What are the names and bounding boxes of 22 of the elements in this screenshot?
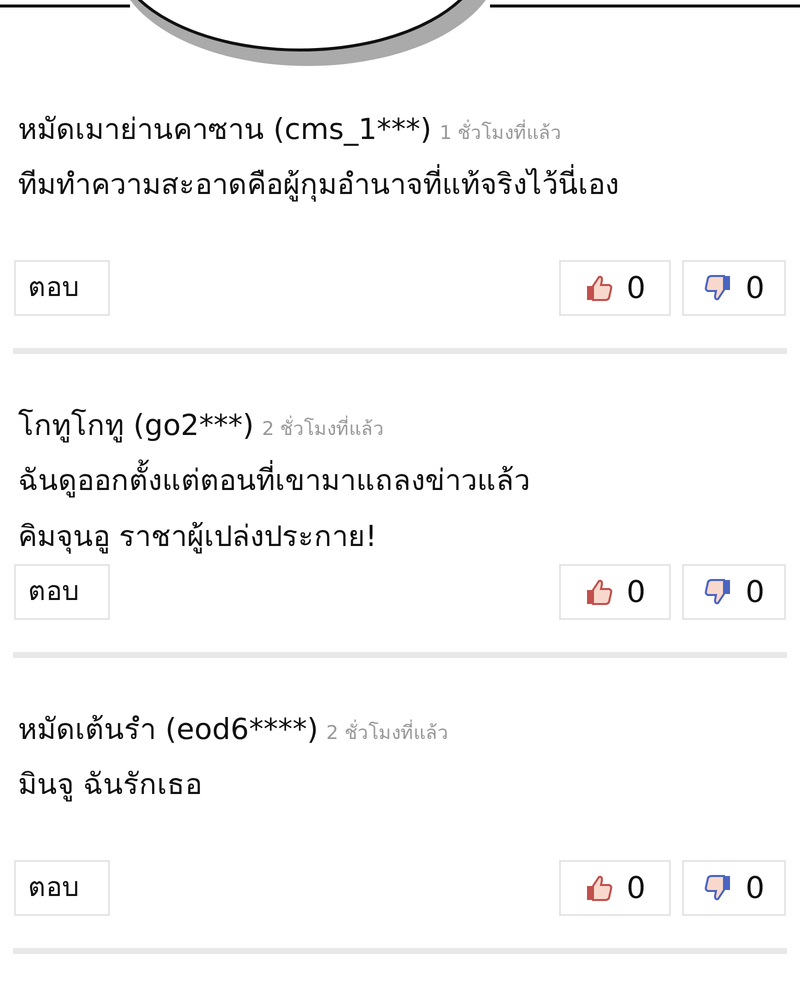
comment-time: 2 ชั่วโมงที่แล้ว <box>326 719 448 748</box>
dislike-button[interactable]: 0 <box>682 860 786 916</box>
comment-author: หมัดเต้นรำ (eod6****) <box>18 711 318 748</box>
dislike-button[interactable]: 0 <box>682 564 786 620</box>
comment-text: ทีมทำความสะอาดคือผู้กุมอำนาจที่แท้จริงไว้นี่เอง <box>18 156 782 212</box>
like-button[interactable]: 0 <box>559 860 671 916</box>
comment-author: โกทูโกทู (go2***) <box>18 407 254 444</box>
thumbs-up-icon <box>584 577 614 607</box>
reply-button[interactable]: ตอบ <box>14 564 110 620</box>
comment-text: มินจู ฉันรักเธอ <box>18 766 204 804</box>
comment-time: 2 ชั่วโมงที่แล้ว <box>262 415 384 444</box>
reply-button[interactable]: ตอบ <box>14 260 110 316</box>
thumbs-up-icon <box>584 273 614 303</box>
like-button[interactable]: 0 <box>559 564 671 620</box>
comment-author: หมัดเมาย่านคาซาน (cms_1***) <box>18 111 432 148</box>
thumbs-up-icon <box>584 873 614 903</box>
like-button[interactable]: 0 <box>559 260 671 316</box>
reply-button[interactable]: ตอบ <box>14 860 110 916</box>
comment-time: 1 ชั่วโมงที่แล้ว <box>440 119 562 148</box>
comment-text: ฉันดูออกตั้งแต่ตอนที่เขามาแถลงข่าวแล้ว <box>18 452 782 508</box>
dislike-button[interactable]: 0 <box>682 260 786 316</box>
comment-text: คิมจุนอู ราชาผู้เปล่งประกาย! <box>18 518 378 556</box>
